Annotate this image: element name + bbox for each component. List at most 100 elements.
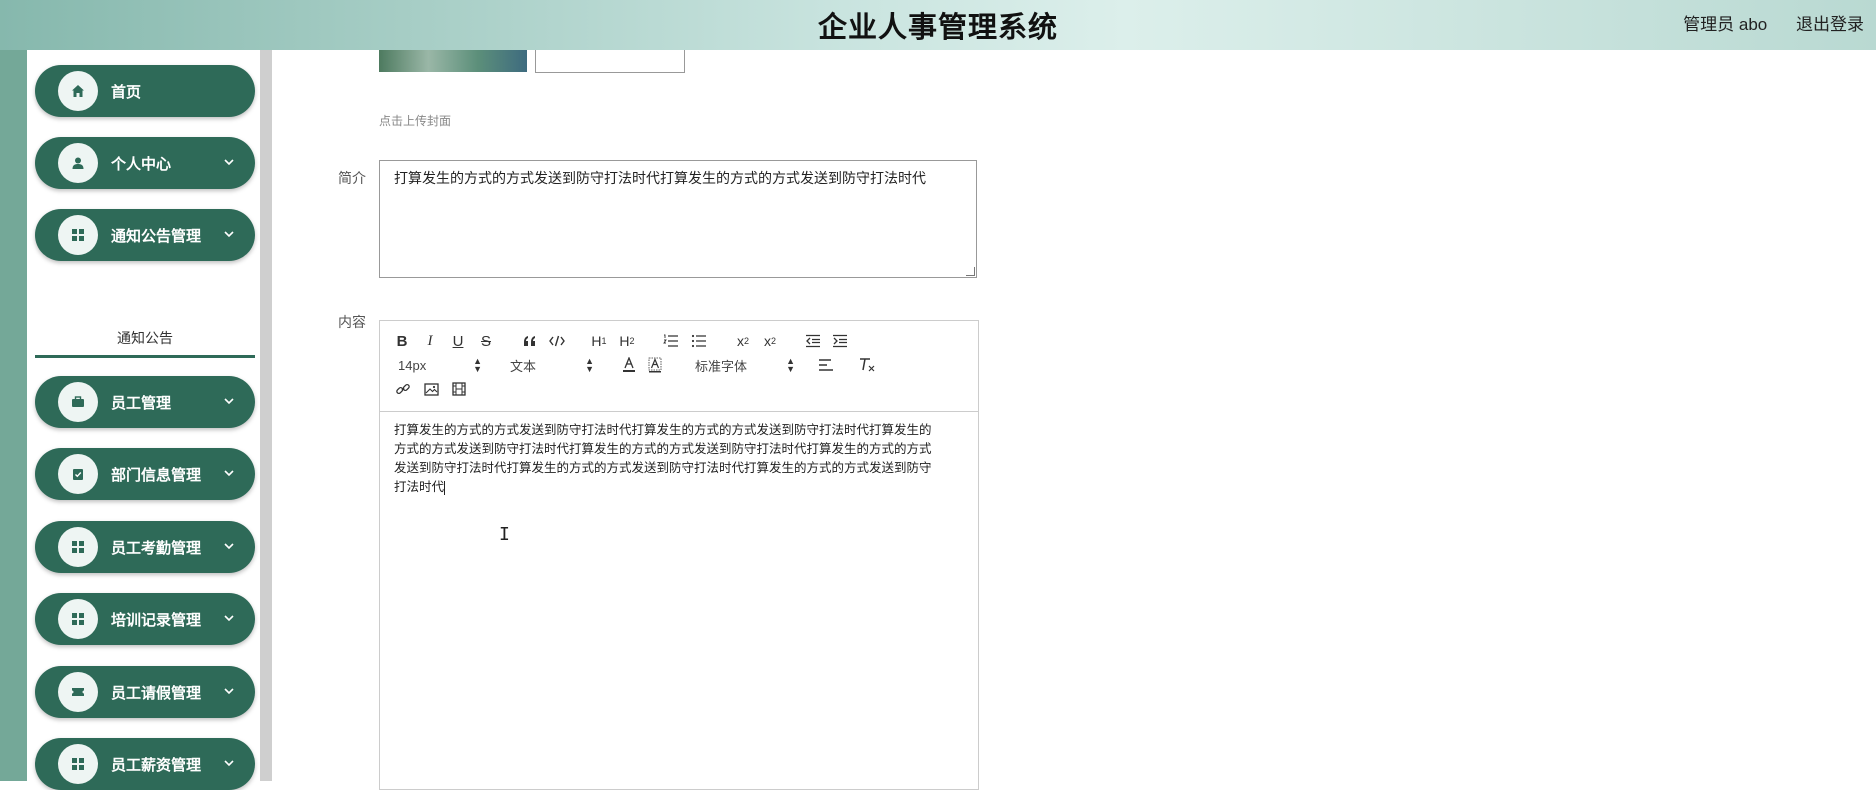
sidebar-item-training-management[interactable]: 培训记录管理 — [35, 593, 255, 645]
user-area: 管理员 abo 退出登录 — [1683, 10, 1876, 35]
indent-button[interactable] — [831, 331, 849, 351]
sidebar-item-label: 员工薪资管理 — [111, 757, 202, 774]
sidebar-item-personal-center[interactable]: 个人中心 — [35, 137, 255, 189]
indent-icon — [833, 334, 847, 348]
left-edge-strip — [0, 50, 27, 781]
text-caret — [444, 480, 446, 495]
clear-format-icon — [860, 358, 875, 372]
sidebar-item-label: 部门信息管理 — [111, 467, 202, 484]
outdent-button[interactable] — [804, 331, 822, 351]
sidebar-item-label: 培训记录管理 — [111, 612, 202, 629]
grid-icon — [58, 215, 98, 255]
font-family-value: 标准字体 — [695, 358, 748, 374]
background-color-icon — [648, 357, 662, 373]
code-block-button[interactable] — [548, 331, 566, 351]
main-form: 点击上传封面 简介 打算发生的方式的方式发送到防守打法时代打算发生的方式的方式发… — [272, 50, 1876, 790]
align-left-icon — [819, 359, 833, 371]
bullet-list-icon — [691, 334, 706, 348]
current-user: 管理员 abo — [1683, 15, 1768, 34]
sidebar-item-employee-management[interactable]: 员工管理 — [35, 376, 255, 428]
editor-toolbar: B I U S H1 H2 x2 x2 14px ▲ ▼ 文本 ▲ ▼ 标准字体… — [380, 321, 978, 412]
editor-content[interactable]: 打算发生的方式的方式发送到防守打法时代打算发生的方式的方式发送到防守打法时代打算… — [394, 421, 964, 497]
font-family-picker[interactable]: 标准字体 ▲ ▼ — [695, 355, 795, 375]
image-icon — [423, 382, 439, 396]
align-button[interactable] — [817, 355, 835, 375]
italic-button[interactable]: I — [422, 331, 438, 351]
editor-line: 方式的方式发送到防守打法时代打算发生的方式的方式发送到防守打法时代打算发生的方式… — [394, 442, 932, 456]
superscript-button[interactable]: x2 — [760, 331, 780, 351]
subscript-button[interactable]: x2 — [733, 331, 753, 351]
editor-line: 发送到防守打法时代打算发生的方式的方式发送到防守打法时代打算发生的方式的方式发送… — [394, 461, 932, 475]
image-button[interactable] — [422, 379, 440, 399]
background-color-button[interactable] — [646, 355, 664, 375]
upload-cover-hint[interactable]: 点击上传封面 — [379, 112, 451, 129]
grid-icon — [58, 599, 98, 639]
cover-upload-box[interactable] — [535, 50, 685, 73]
text-color-icon — [623, 357, 635, 372]
ordered-list-button[interactable] — [662, 331, 680, 351]
sidebar-item-home[interactable]: 首页 — [35, 65, 255, 117]
picker-arrows-icon: ▲ ▼ — [786, 356, 795, 374]
chevron-down-icon — [223, 611, 235, 629]
bold-button[interactable]: B — [394, 331, 410, 351]
quote-icon — [524, 336, 535, 346]
sidebar-item-notice-management[interactable]: 通知公告管理 — [35, 209, 255, 261]
editor-line: 打法时代 — [394, 480, 445, 494]
strike-button[interactable]: S — [478, 331, 494, 351]
sidebar-item-leave-management[interactable]: 员工请假管理 — [35, 666, 255, 718]
video-button[interactable] — [450, 379, 468, 399]
video-icon — [452, 382, 466, 396]
h1-button[interactable]: H1 — [589, 331, 609, 351]
sidebar-item-label: 首页 — [111, 84, 142, 101]
bullet-list-button[interactable] — [690, 331, 708, 351]
clipboard-icon — [58, 454, 98, 494]
person-icon — [58, 143, 98, 183]
chevron-down-icon — [223, 227, 235, 245]
sidebar-item-salary-management[interactable]: 员工薪资管理 — [35, 738, 255, 790]
sidebar-item-label: 通知公告管理 — [111, 228, 202, 245]
cover-image-preview[interactable] — [379, 50, 527, 72]
grid-icon — [58, 527, 98, 567]
chevron-down-icon — [223, 466, 235, 484]
picker-arrows-icon: ▲ ▼ — [473, 356, 482, 374]
blockquote-button[interactable] — [521, 331, 539, 351]
sidebar-subitem-notice[interactable]: 通知公告 — [35, 321, 255, 358]
link-icon — [396, 383, 410, 395]
chevron-down-icon — [223, 394, 235, 412]
chevron-down-icon — [223, 155, 235, 173]
paragraph-type-picker[interactable]: 文本 ▲ ▼ — [510, 355, 594, 375]
sidebar-item-attendance-management[interactable]: 员工考勤管理 — [35, 521, 255, 573]
paragraph-type-value: 文本 — [510, 358, 537, 374]
text-cursor-icon: I — [499, 524, 510, 545]
grid-icon — [58, 744, 98, 784]
logout-link[interactable]: 退出登录 — [1796, 15, 1864, 34]
home-icon — [58, 71, 98, 111]
underline-button[interactable]: U — [450, 331, 466, 351]
ordered-list-icon — [663, 334, 678, 347]
text-color-button[interactable] — [620, 355, 638, 375]
sidebar-item-label: 员工管理 — [111, 395, 172, 412]
font-size-value: 14px — [398, 357, 427, 373]
chevron-down-icon — [223, 684, 235, 702]
font-size-picker[interactable]: 14px ▲ ▼ — [398, 355, 482, 375]
ticket-icon — [58, 672, 98, 712]
scroll-gutter — [260, 50, 272, 781]
sidebar-item-department-management[interactable]: 部门信息管理 — [35, 448, 255, 500]
sidebar-item-label: 员工考勤管理 — [111, 540, 202, 557]
sidebar-item-label: 员工请假管理 — [111, 685, 202, 702]
rich-text-editor: B I U S H1 H2 x2 x2 14px ▲ ▼ 文本 ▲ ▼ 标准字体… — [379, 320, 979, 790]
summary-text: 打算发生的方式的方式发送到防守打法时代打算发生的方式的方式发送到防守打法时代 — [394, 170, 926, 186]
outdent-icon — [806, 334, 820, 348]
resize-handle[interactable] — [966, 267, 975, 276]
briefcase-icon — [58, 382, 98, 422]
picker-arrows-icon: ▲ ▼ — [585, 356, 594, 374]
code-icon — [549, 335, 565, 347]
summary-label: 简介 — [338, 170, 366, 186]
sidebar: 首页 个人中心 通知公告管理 通知公告 员工管理 部门信息管理 员工考勤管理 培… — [27, 50, 260, 790]
clean-format-button[interactable] — [858, 355, 876, 375]
app-title: 企业人事管理系统 — [817, 12, 1058, 44]
summary-textarea[interactable]: 打算发生的方式的方式发送到防守打法时代打算发生的方式的方式发送到防守打法时代 — [379, 160, 977, 278]
link-button[interactable] — [394, 379, 412, 399]
h2-button[interactable]: H2 — [617, 331, 637, 351]
chevron-down-icon — [223, 539, 235, 557]
